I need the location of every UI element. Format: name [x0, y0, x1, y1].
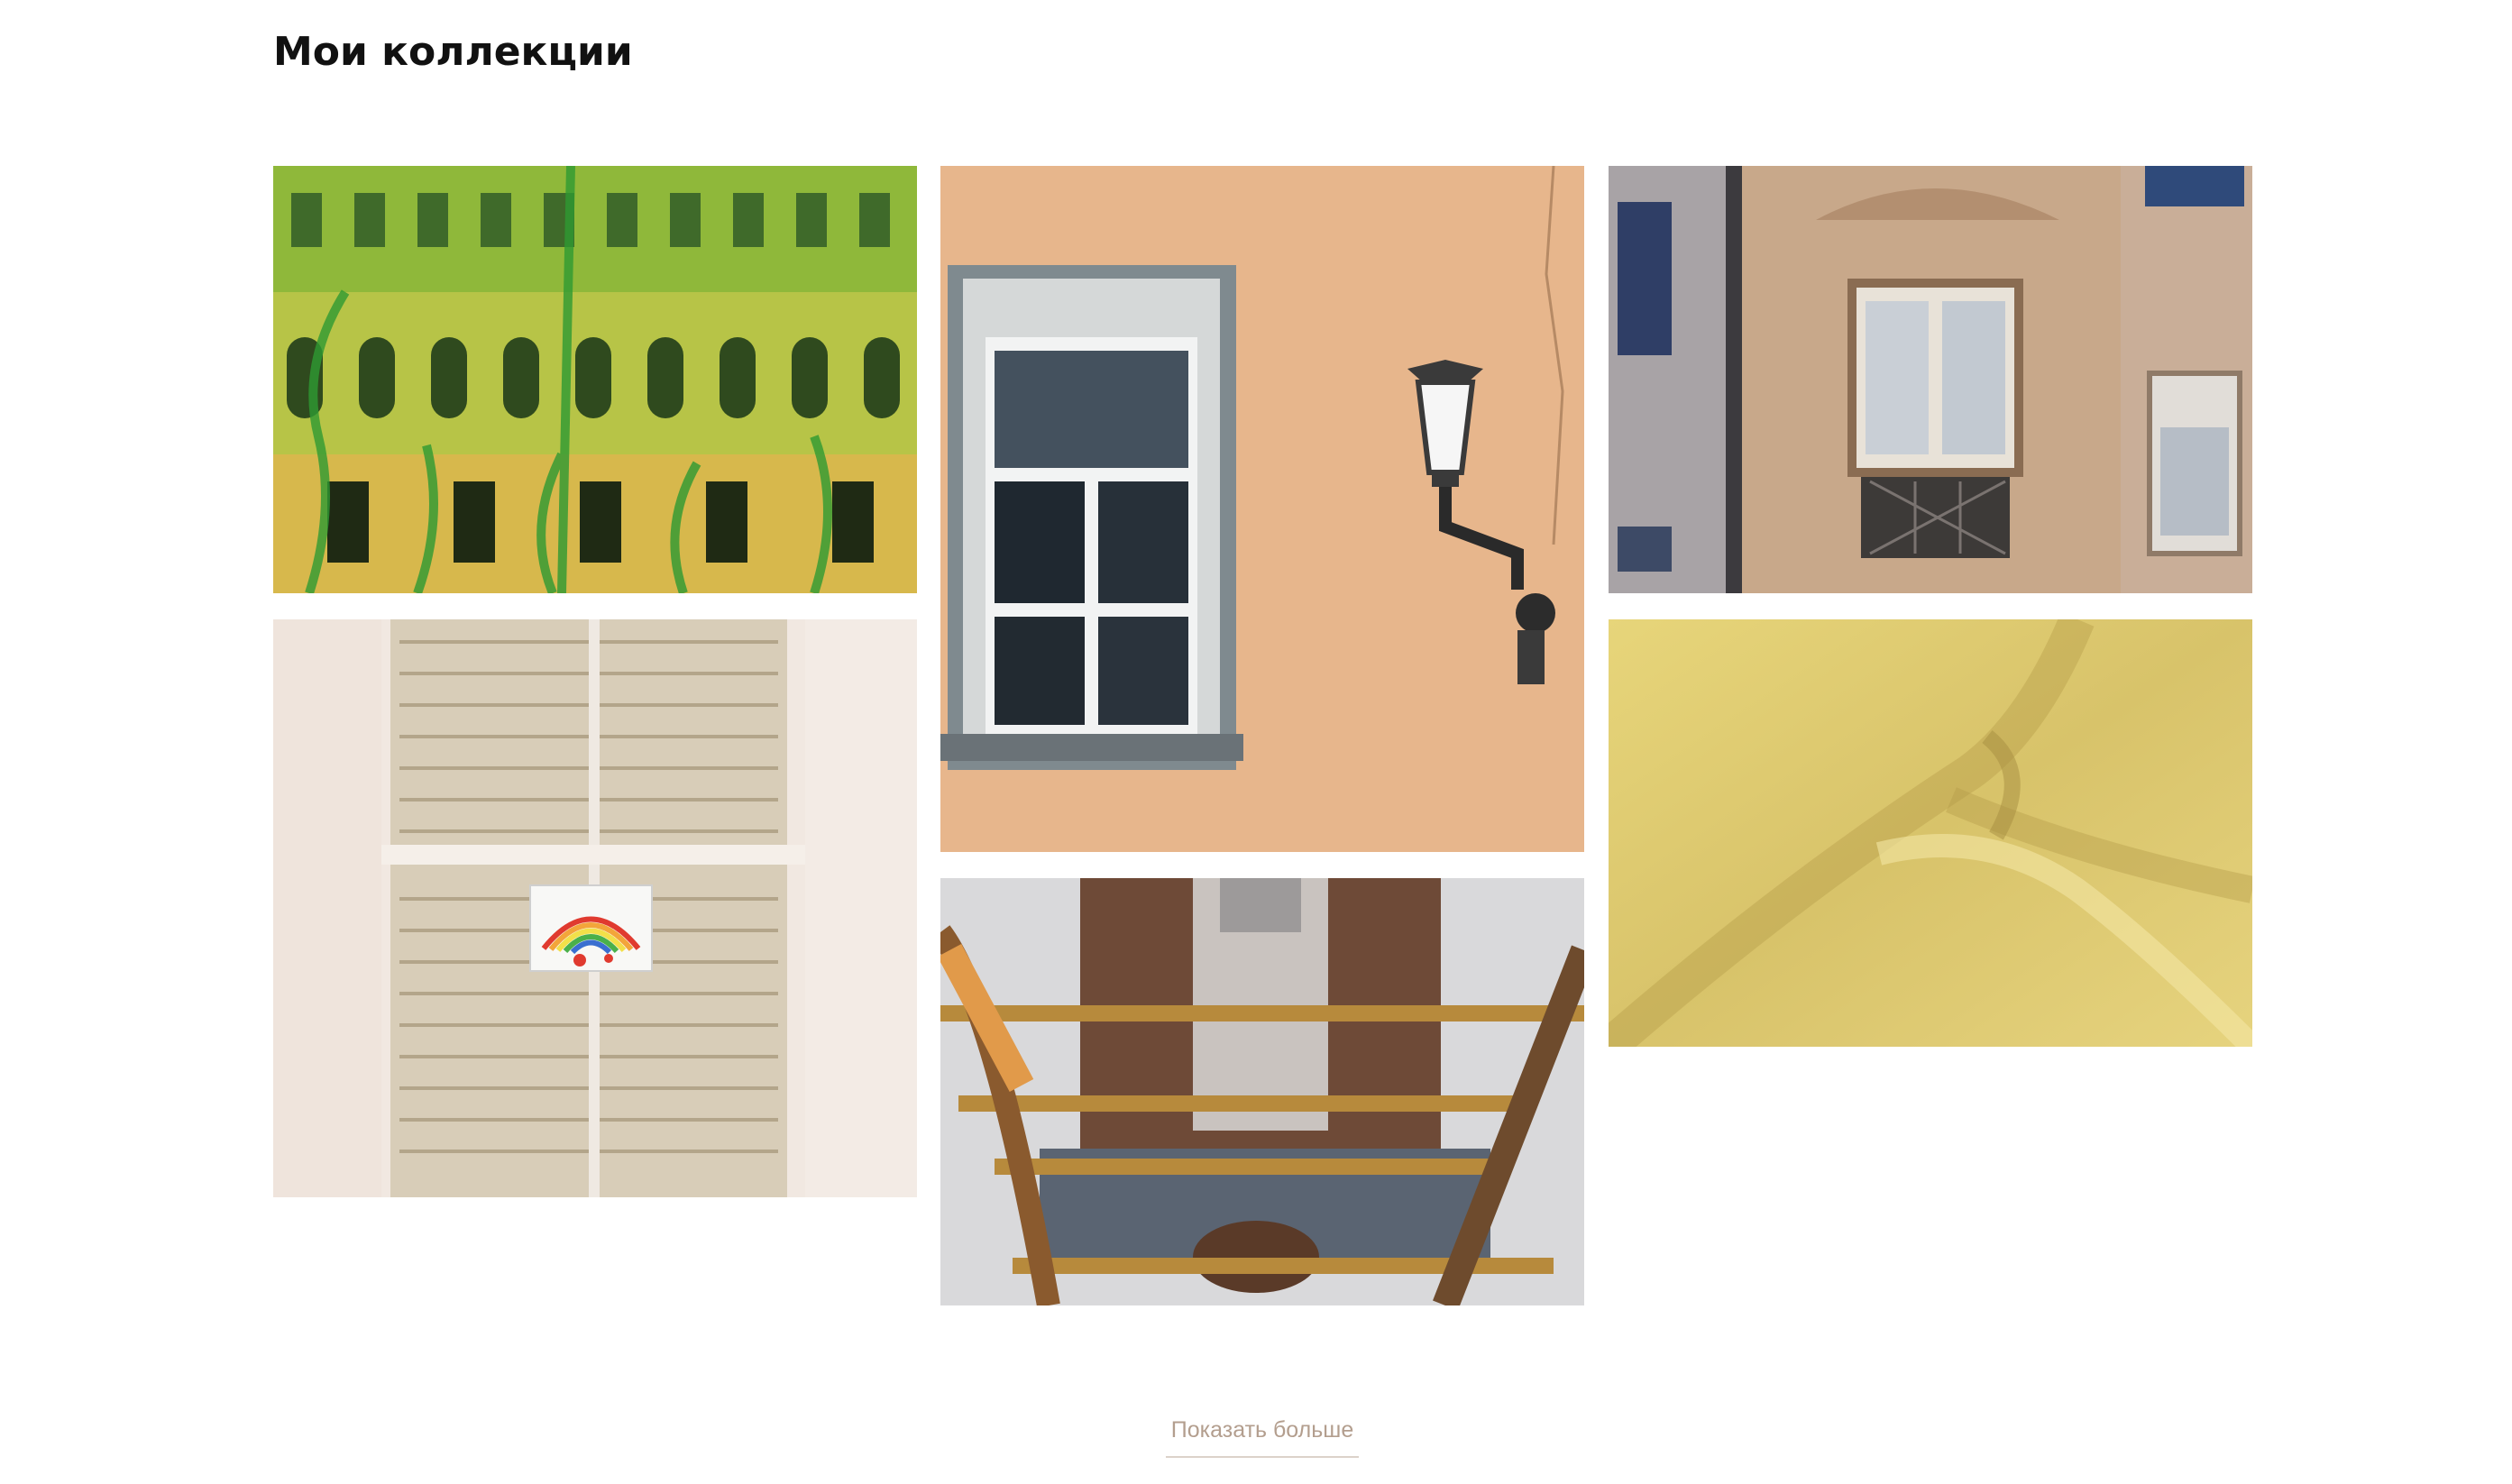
photo-window-with-street-lamp: [940, 166, 1584, 852]
collection-card-ornate-window[interactable]: [1609, 166, 2252, 593]
photo-green-building-facade: [273, 166, 917, 593]
page: Мои коллекции Показать больше: [0, 0, 2512, 1484]
photo-person-behind-ladder: [940, 878, 1584, 1305]
collection-card-person-ladder[interactable]: [940, 878, 1584, 1305]
collection-card-gold-fabric[interactable]: [1609, 619, 2252, 1047]
photo-gold-fabric: [1609, 619, 2252, 1047]
page-title: Мои коллекции: [273, 29, 633, 75]
photo-ornate-window-balcony: [1609, 166, 2252, 593]
collection-card-window-lamp[interactable]: [940, 166, 1584, 852]
collection-card-shutters-rainbow[interactable]: [273, 619, 917, 1197]
collection-card-green-facade[interactable]: [273, 166, 917, 593]
photo-shutters-rainbow-drawing: [273, 619, 917, 1197]
show-more-button[interactable]: Показать больше: [1166, 1417, 1359, 1458]
